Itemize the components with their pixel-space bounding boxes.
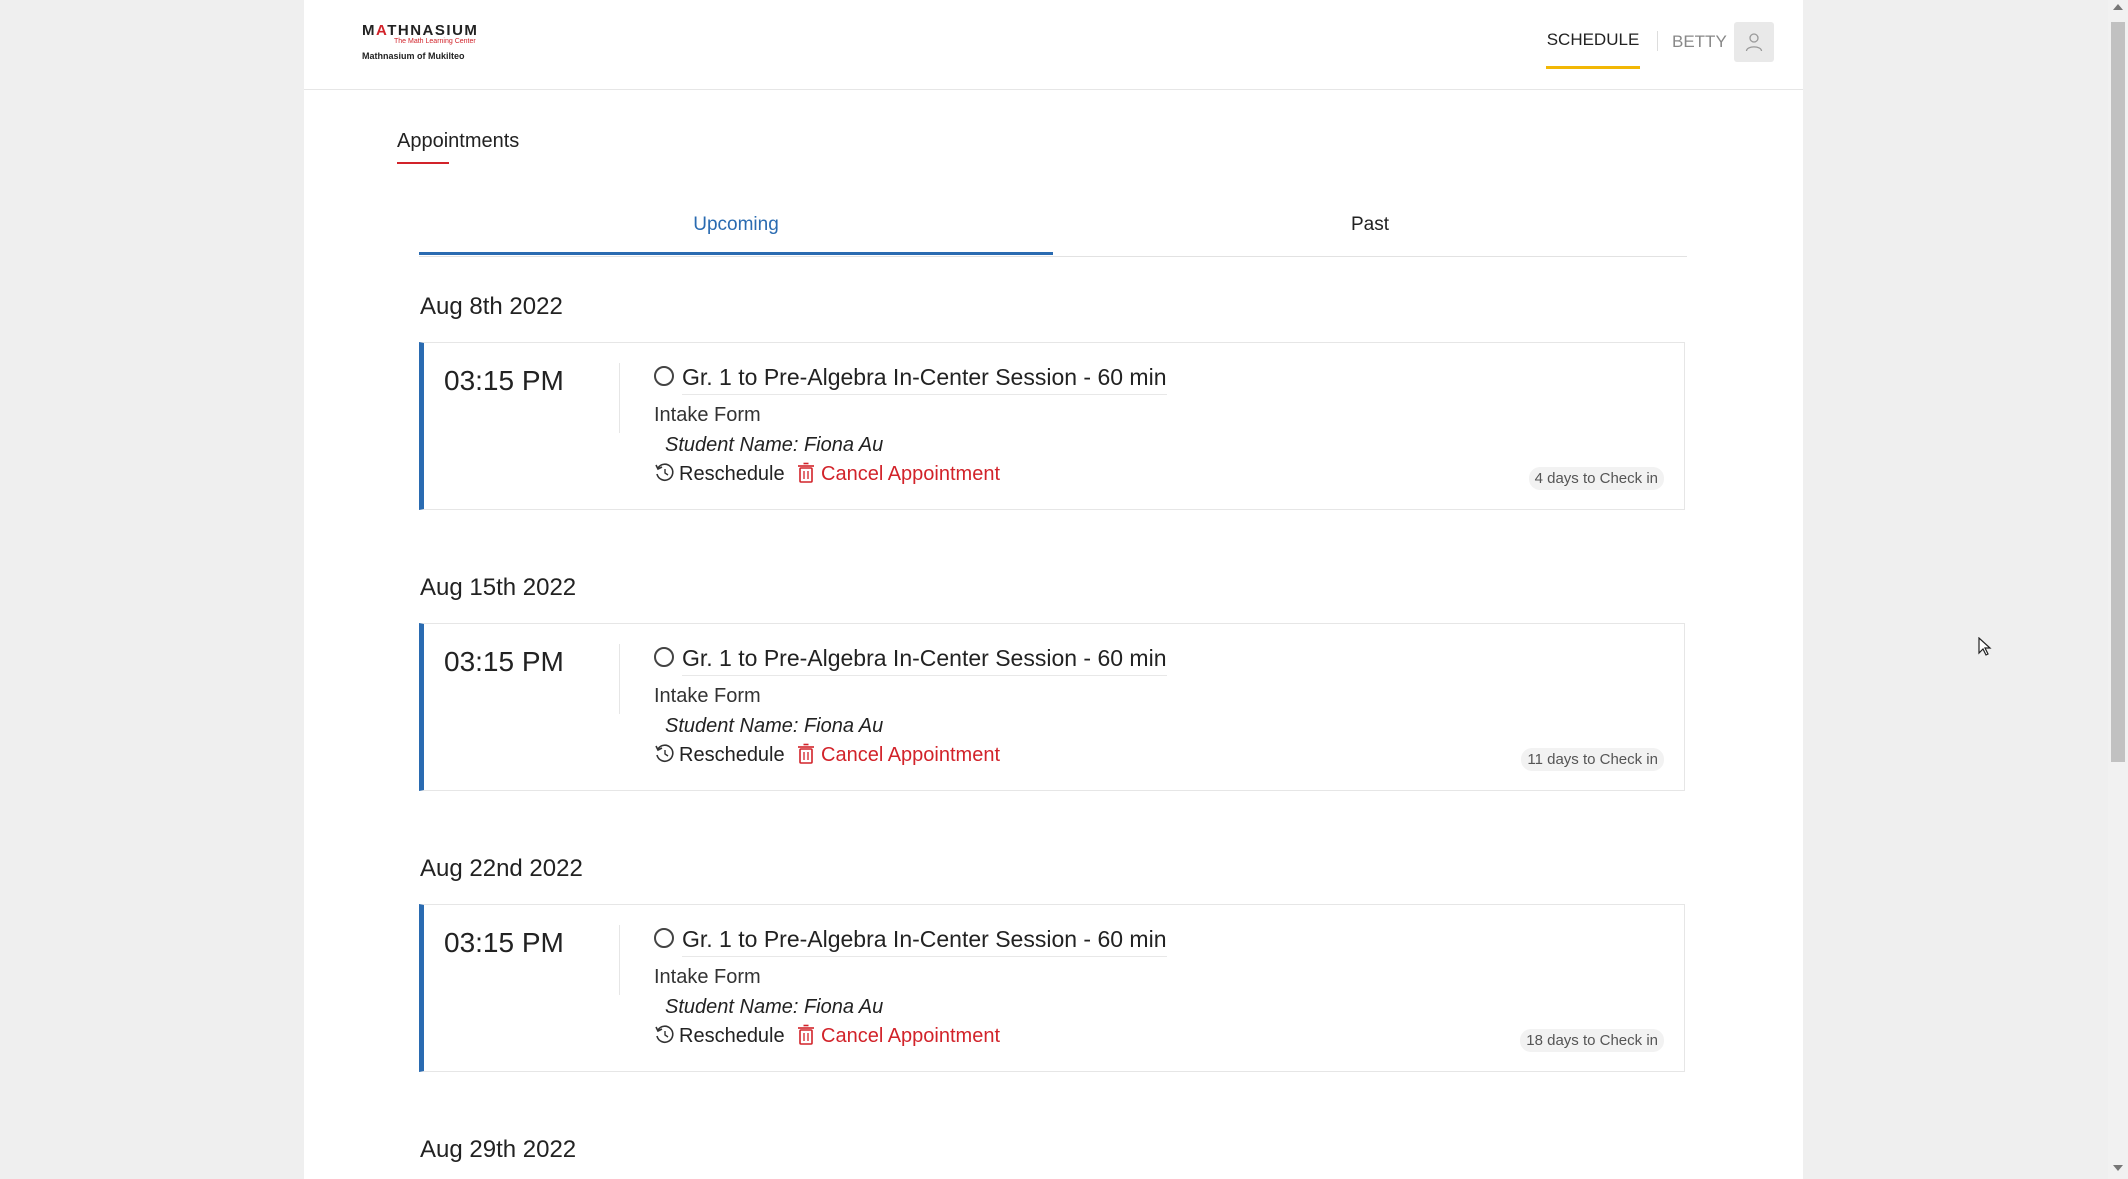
intake-form-label: Intake Form (654, 404, 761, 426)
scroll-down-arrow-icon[interactable] (2113, 1165, 2123, 1171)
mouse-cursor-icon (1978, 637, 1992, 656)
service-title[interactable]: Gr. 1 to Pre-Algebra In-Center Session -… (682, 364, 1167, 395)
select-radio[interactable] (654, 647, 674, 667)
intake-form-label: Intake Form (654, 685, 761, 707)
date-heading: Aug 29th 2022 (420, 1136, 577, 1163)
page-title: Appointments (397, 130, 520, 152)
scroll-up-arrow-icon[interactable] (2113, 4, 2123, 10)
top-header: MATHNASIUM The Math Learning Center Math… (304, 0, 1803, 90)
title-underline (397, 162, 449, 164)
appointment-card: 03:15 PM Gr. 1 to Pre-Algebra In-Center … (419, 904, 1685, 1072)
nav-user-name[interactable]: BETTY (1672, 32, 1727, 52)
reschedule-button[interactable]: Reschedule (679, 744, 785, 767)
appointment-card: 03:15 PM Gr. 1 to Pre-Algebra In-Center … (419, 342, 1685, 510)
date-heading: Aug 8th 2022 (420, 293, 563, 320)
intake-form-label: Intake Form (654, 966, 761, 988)
card-divider (619, 925, 620, 995)
appointment-time: 03:15 PM (444, 927, 564, 958)
user-icon (1745, 33, 1763, 52)
student-name: Student Name: Fiona Au (665, 996, 884, 1018)
reschedule-button[interactable]: Reschedule (679, 463, 785, 486)
service-title[interactable]: Gr. 1 to Pre-Algebra In-Center Session -… (682, 645, 1167, 676)
page-container: MATHNASIUM The Math Learning Center Math… (304, 0, 1803, 1179)
user-avatar-button[interactable] (1734, 22, 1774, 62)
date-heading: Aug 15th 2022 (420, 574, 577, 601)
scrollbar-thumb[interactable] (2111, 22, 2125, 762)
reschedule-icon (655, 1025, 674, 1043)
cancel-appointment-button[interactable]: Cancel Appointment (821, 1025, 1000, 1048)
nav-divider (1657, 31, 1658, 51)
tab-upcoming[interactable]: Upcoming (419, 214, 1053, 236)
reschedule-icon (655, 463, 674, 481)
mathnasium-logo[interactable]: MATHNASIUM The Math Learning Center Math… (362, 20, 482, 64)
reschedule-button[interactable]: Reschedule (679, 1025, 785, 1048)
nav-schedule-link[interactable]: SCHEDULE (1546, 30, 1640, 69)
center-location: Mathnasium of Mukilteo (362, 51, 465, 61)
appointment-tabs: Upcoming Past (419, 200, 1687, 257)
cancel-appointment-button[interactable]: Cancel Appointment (821, 744, 1000, 767)
card-divider (619, 644, 620, 714)
active-tab-indicator (419, 252, 1053, 255)
student-name: Student Name: Fiona Au (665, 715, 884, 737)
appointment-time: 03:15 PM (444, 646, 564, 677)
reschedule-icon (655, 744, 674, 762)
card-divider (619, 363, 620, 433)
trash-icon (798, 1024, 814, 1045)
logo-tagline: The Math Learning Center (394, 38, 476, 45)
checkin-countdown-badge: 4 days to Check in (1528, 467, 1664, 490)
select-radio[interactable] (654, 366, 674, 386)
vertical-scrollbar[interactable] (2108, 0, 2128, 1179)
student-name: Student Name: Fiona Au (665, 434, 884, 456)
cancel-appointment-button[interactable]: Cancel Appointment (821, 463, 1000, 486)
checkin-countdown-badge: 11 days to Check in (1521, 748, 1664, 771)
date-heading: Aug 22nd 2022 (420, 855, 583, 882)
appointment-card: 03:15 PM Gr. 1 to Pre-Algebra In-Center … (419, 623, 1685, 791)
tab-past[interactable]: Past (1053, 214, 1687, 236)
checkin-countdown-badge: 18 days to Check in (1520, 1029, 1664, 1052)
trash-icon (798, 743, 814, 764)
service-title[interactable]: Gr. 1 to Pre-Algebra In-Center Session -… (682, 926, 1167, 957)
appointment-time: 03:15 PM (444, 365, 564, 396)
trash-icon (798, 462, 814, 483)
select-radio[interactable] (654, 928, 674, 948)
